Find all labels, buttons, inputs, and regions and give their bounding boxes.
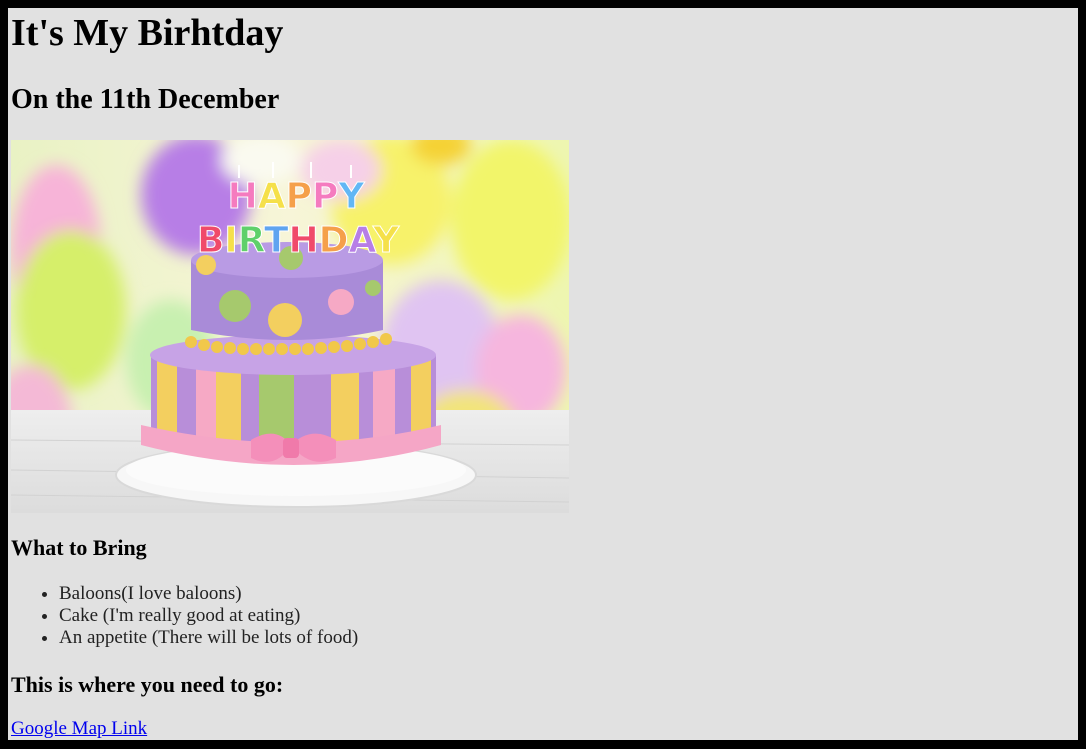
birthday-cake-image: HAPPY BIRTHDAY	[11, 140, 569, 513]
list-item: Baloons(I love baloons)	[59, 583, 358, 605]
what-to-bring-heading: What to Bring	[11, 535, 147, 560]
page: It's My Birhtday On the 11th December HA…	[8, 8, 1078, 740]
svg-text:BIRTHDAY: BIRTHDAY	[197, 220, 400, 261]
list-item: Cake (I'm really good at eating)	[59, 605, 358, 627]
svg-text:HAPPY: HAPPY	[228, 176, 366, 217]
bring-list: Baloons(I love baloons) Cake (I'm really…	[11, 583, 358, 649]
google-map-link[interactable]: Google Map Link	[11, 719, 147, 738]
page-subtitle: On the 11th December	[11, 84, 280, 115]
page-title: It's My Birhtday	[11, 12, 284, 54]
directions-heading: This is where you need to go:	[11, 672, 284, 697]
list-item: An appetite (There will be lots of food)	[59, 627, 358, 649]
